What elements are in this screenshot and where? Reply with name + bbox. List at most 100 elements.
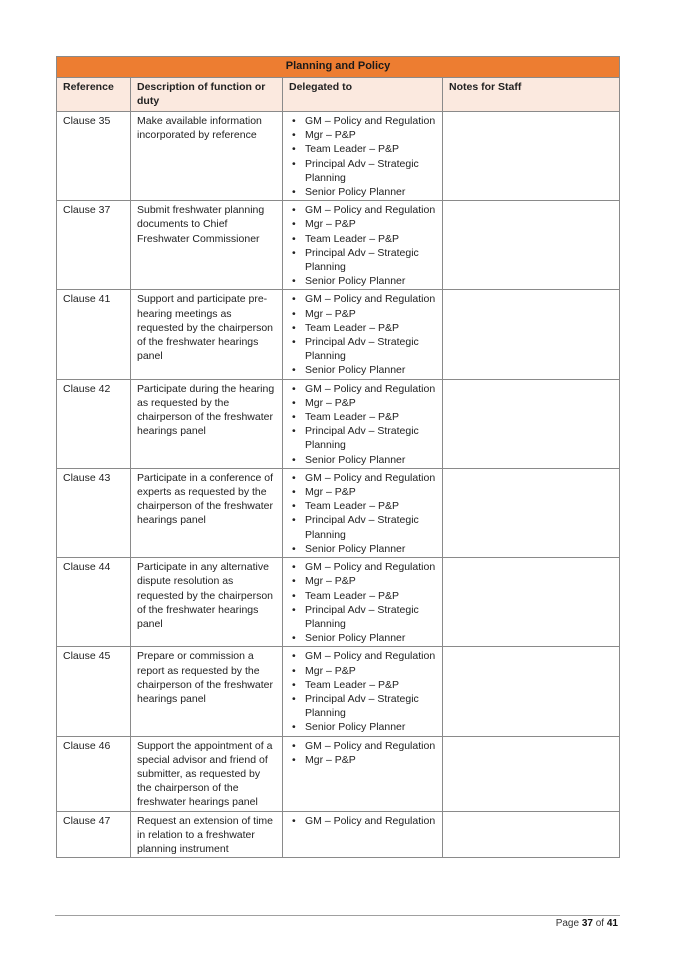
notes-cell	[441, 289, 621, 380]
delegate-item: Team Leader – P&P	[292, 232, 436, 246]
delegate-item: Senior Policy Planner	[292, 453, 436, 467]
delegated-to-cell: GM – Policy and RegulationMgr – P&PTeam …	[282, 646, 443, 737]
table-row: Clause 41 Support and participate pre-hea…	[56, 289, 621, 380]
delegate-item: Senior Policy Planner	[292, 363, 436, 377]
table-row: Clause 42 Participate during the hearing …	[56, 378, 621, 469]
table-row: Clause 35 Make available information inco…	[56, 110, 621, 202]
description-cell: Support the appointment of a special adv…	[130, 735, 283, 812]
table-row: Clause 45 Prepare or commission a report …	[56, 646, 621, 737]
delegate-item: Mgr – P&P	[292, 574, 436, 588]
reference-cell: Clause 44	[56, 557, 131, 648]
notes-cell	[441, 810, 621, 859]
delegated-to-cell: GM – Policy and RegulationMgr – P&PTeam …	[282, 467, 443, 559]
total-pages: 41	[606, 918, 618, 929]
delegate-item: GM – Policy and Regulation	[292, 560, 436, 574]
delegate-item: Team Leader – P&P	[292, 142, 436, 156]
column-header-notes: Notes for Staff	[441, 77, 621, 112]
reference-cell: Clause 43	[56, 467, 131, 559]
delegate-item: Team Leader – P&P	[292, 321, 436, 335]
notes-cell	[441, 735, 621, 812]
delegate-item: GM – Policy and Regulation	[292, 203, 436, 217]
delegate-item: GM – Policy and Regulation	[292, 114, 436, 128]
table-row: Clause 46 Support the appointment of a sp…	[56, 735, 621, 812]
delegate-list: GM – Policy and RegulationMgr – P&P	[289, 739, 436, 768]
delegate-item: Senior Policy Planner	[292, 185, 436, 199]
reference-cell: Clause 47	[56, 810, 131, 859]
description-cell: Participate in a conference of experts a…	[130, 467, 283, 559]
delegate-item: GM – Policy and Regulation	[292, 649, 436, 663]
delegate-item: Principal Adv – Strategic Planning	[292, 603, 436, 631]
delegate-item: Mgr – P&P	[292, 664, 436, 678]
delegate-item: Senior Policy Planner	[292, 631, 436, 645]
delegate-item: GM – Policy and Regulation	[292, 814, 436, 828]
page-of-label: of	[595, 918, 605, 929]
delegate-list: GM – Policy and RegulationMgr – P&PTeam …	[289, 649, 436, 734]
current-page: 37	[581, 918, 593, 929]
delegate-item: Mgr – P&P	[292, 128, 436, 142]
delegate-item: Mgr – P&P	[292, 217, 436, 231]
delegate-list: GM – Policy and Regulation	[289, 814, 436, 828]
delegate-item: Principal Adv – Strategic Planning	[292, 424, 436, 452]
reference-cell: Clause 37	[56, 200, 131, 291]
delegate-item: Principal Adv – Strategic Planning	[292, 157, 436, 185]
table-row: Clause 37 Submit freshwater planning docu…	[56, 200, 621, 291]
delegated-to-cell: GM – Policy and RegulationMgr – P&PTeam …	[282, 110, 443, 202]
reference-cell: Clause 46	[56, 735, 131, 812]
delegate-item: Team Leader – P&P	[292, 499, 436, 513]
description-cell: Participate in any alternative dispute r…	[130, 557, 283, 648]
delegate-item: Team Leader – P&P	[292, 589, 436, 603]
document-page: Planning and Policy Reference Descriptio…	[0, 0, 675, 962]
description-cell: Request an extension of time in relation…	[130, 810, 283, 859]
page-number: Page 37 of 41	[556, 918, 618, 929]
delegate-item: Team Leader – P&P	[292, 678, 436, 692]
table-row: Clause 43 Participate in a conference of …	[56, 467, 621, 559]
delegate-item: Mgr – P&P	[292, 753, 436, 767]
description-cell: Participate during the hearing as reques…	[130, 378, 283, 469]
column-header-reference: Reference	[56, 77, 131, 112]
table-row: Clause 47 Request an extension of time in…	[56, 810, 621, 859]
delegate-item: Principal Adv – Strategic Planning	[292, 692, 436, 720]
delegate-item: Senior Policy Planner	[292, 274, 436, 288]
table-row: Clause 44 Participate in any alternative …	[56, 557, 621, 648]
delegate-item: GM – Policy and Regulation	[292, 471, 436, 485]
column-header-description: Description of function or duty	[130, 77, 283, 112]
delegated-to-cell: GM – Policy and RegulationMgr – P&PTeam …	[282, 200, 443, 291]
delegate-item: Principal Adv – Strategic Planning	[292, 513, 436, 541]
delegate-item: Principal Adv – Strategic Planning	[292, 246, 436, 274]
reference-cell: Clause 42	[56, 378, 131, 469]
table-title-row: Planning and Policy	[55, 56, 621, 78]
description-cell: Submit freshwater planning documents to …	[130, 200, 283, 291]
description-cell: Make available information incorporated …	[130, 110, 283, 202]
description-cell: Support and participate pre-hearing meet…	[130, 289, 283, 380]
notes-cell	[441, 557, 621, 648]
reference-cell: Clause 45	[56, 646, 131, 737]
table-body: Clause 35 Make available information inco…	[56, 110, 621, 859]
delegated-to-cell: GM – Policy and RegulationMgr – P&PTeam …	[282, 557, 443, 648]
delegate-item: GM – Policy and Regulation	[292, 382, 436, 396]
delegate-item: Mgr – P&P	[292, 307, 436, 321]
delegate-item: Senior Policy Planner	[292, 720, 436, 734]
description-cell: Prepare or commission a report as reques…	[130, 646, 283, 737]
delegate-list: GM – Policy and RegulationMgr – P&PTeam …	[289, 560, 436, 645]
column-header-delegated-to: Delegated to	[282, 77, 443, 112]
delegate-item: Principal Adv – Strategic Planning	[292, 335, 436, 363]
reference-cell: Clause 41	[56, 289, 131, 380]
delegated-to-cell: GM – Policy and RegulationMgr – P&PTeam …	[282, 289, 443, 380]
delegate-item: Team Leader – P&P	[292, 410, 436, 424]
delegate-item: GM – Policy and Regulation	[292, 739, 436, 753]
delegate-item: Mgr – P&P	[292, 396, 436, 410]
delegate-list: GM – Policy and RegulationMgr – P&PTeam …	[289, 203, 436, 288]
notes-cell	[441, 110, 621, 202]
table-header-row: Reference Description of function or dut…	[56, 77, 621, 112]
delegate-item: Senior Policy Planner	[292, 542, 436, 556]
table-title: Planning and Policy	[55, 56, 621, 78]
notes-cell	[441, 200, 621, 291]
page-prefix: Page	[555, 918, 580, 929]
delegate-list: GM – Policy and RegulationMgr – P&PTeam …	[289, 382, 436, 467]
delegated-to-cell: GM – Policy and RegulationMgr – P&P	[282, 735, 443, 812]
delegate-list: GM – Policy and RegulationMgr – P&PTeam …	[289, 292, 436, 377]
notes-cell	[441, 378, 621, 469]
delegate-list: GM – Policy and RegulationMgr – P&PTeam …	[289, 471, 436, 556]
delegated-to-cell: GM – Policy and RegulationMgr – P&PTeam …	[282, 378, 443, 469]
delegate-item: Mgr – P&P	[292, 485, 436, 499]
